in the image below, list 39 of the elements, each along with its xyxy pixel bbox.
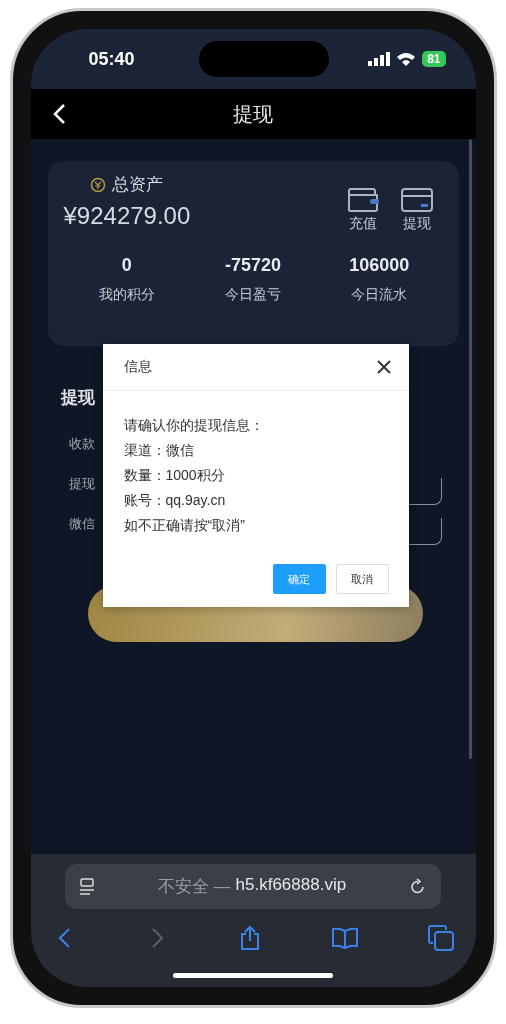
dialog-text: 数量：1000积分 (123, 466, 226, 485)
close-icon[interactable] (376, 360, 391, 374)
dialog-text: 账号：qq.9ay.cn (123, 491, 227, 510)
coin-icon (89, 176, 106, 193)
stat-value: 0 (121, 255, 132, 276)
wallet-icon (346, 187, 379, 213)
url-text: h5.kf66888.vip (235, 875, 347, 896)
field-label: 微信 (68, 515, 95, 533)
withdraw-button[interactable]: 提现 (400, 187, 433, 233)
signal-icon (368, 52, 391, 66)
reader-icon (79, 877, 95, 896)
recharge-button[interactable]: 充值 (346, 187, 379, 233)
dialog-title: 信息 (123, 358, 152, 376)
stat-label: 我的积分 (98, 286, 155, 304)
assets-amount: ¥924279.00 (63, 202, 191, 230)
stat-label: 今日流水 (351, 286, 408, 304)
assets-label: 总资产 (111, 174, 163, 196)
back-icon[interactable] (51, 103, 66, 125)
dialog-text: 如不正确请按“取消” (123, 516, 246, 535)
section-heading: 提现 (60, 387, 96, 409)
field-label: 收款 (68, 435, 95, 453)
stat-label: 今日盈亏 (225, 286, 281, 304)
battery-indicator: 81 (422, 51, 446, 67)
reload-icon[interactable] (409, 877, 427, 896)
wifi-icon (396, 52, 417, 66)
card-icon (400, 187, 433, 213)
share-icon[interactable] (238, 925, 262, 951)
stat-value: -75720 (224, 255, 281, 276)
dialog-text: 请确认你的提现信息： (123, 416, 265, 435)
stat-value: 106000 (349, 255, 410, 276)
dialog-text: 渠道：微信 (123, 441, 195, 460)
address-bar[interactable]: 不安全 — h5.kf66888.vip (65, 864, 441, 909)
book-icon[interactable] (330, 926, 359, 950)
field-label: 提现 (68, 475, 95, 493)
security-label: 不安全 — (157, 876, 231, 898)
tabs-icon[interactable] (427, 925, 454, 951)
status-time: 05:40 (88, 48, 135, 70)
cancel-button[interactable]: 取消 (335, 564, 389, 594)
page-title: 提现 (233, 101, 273, 127)
